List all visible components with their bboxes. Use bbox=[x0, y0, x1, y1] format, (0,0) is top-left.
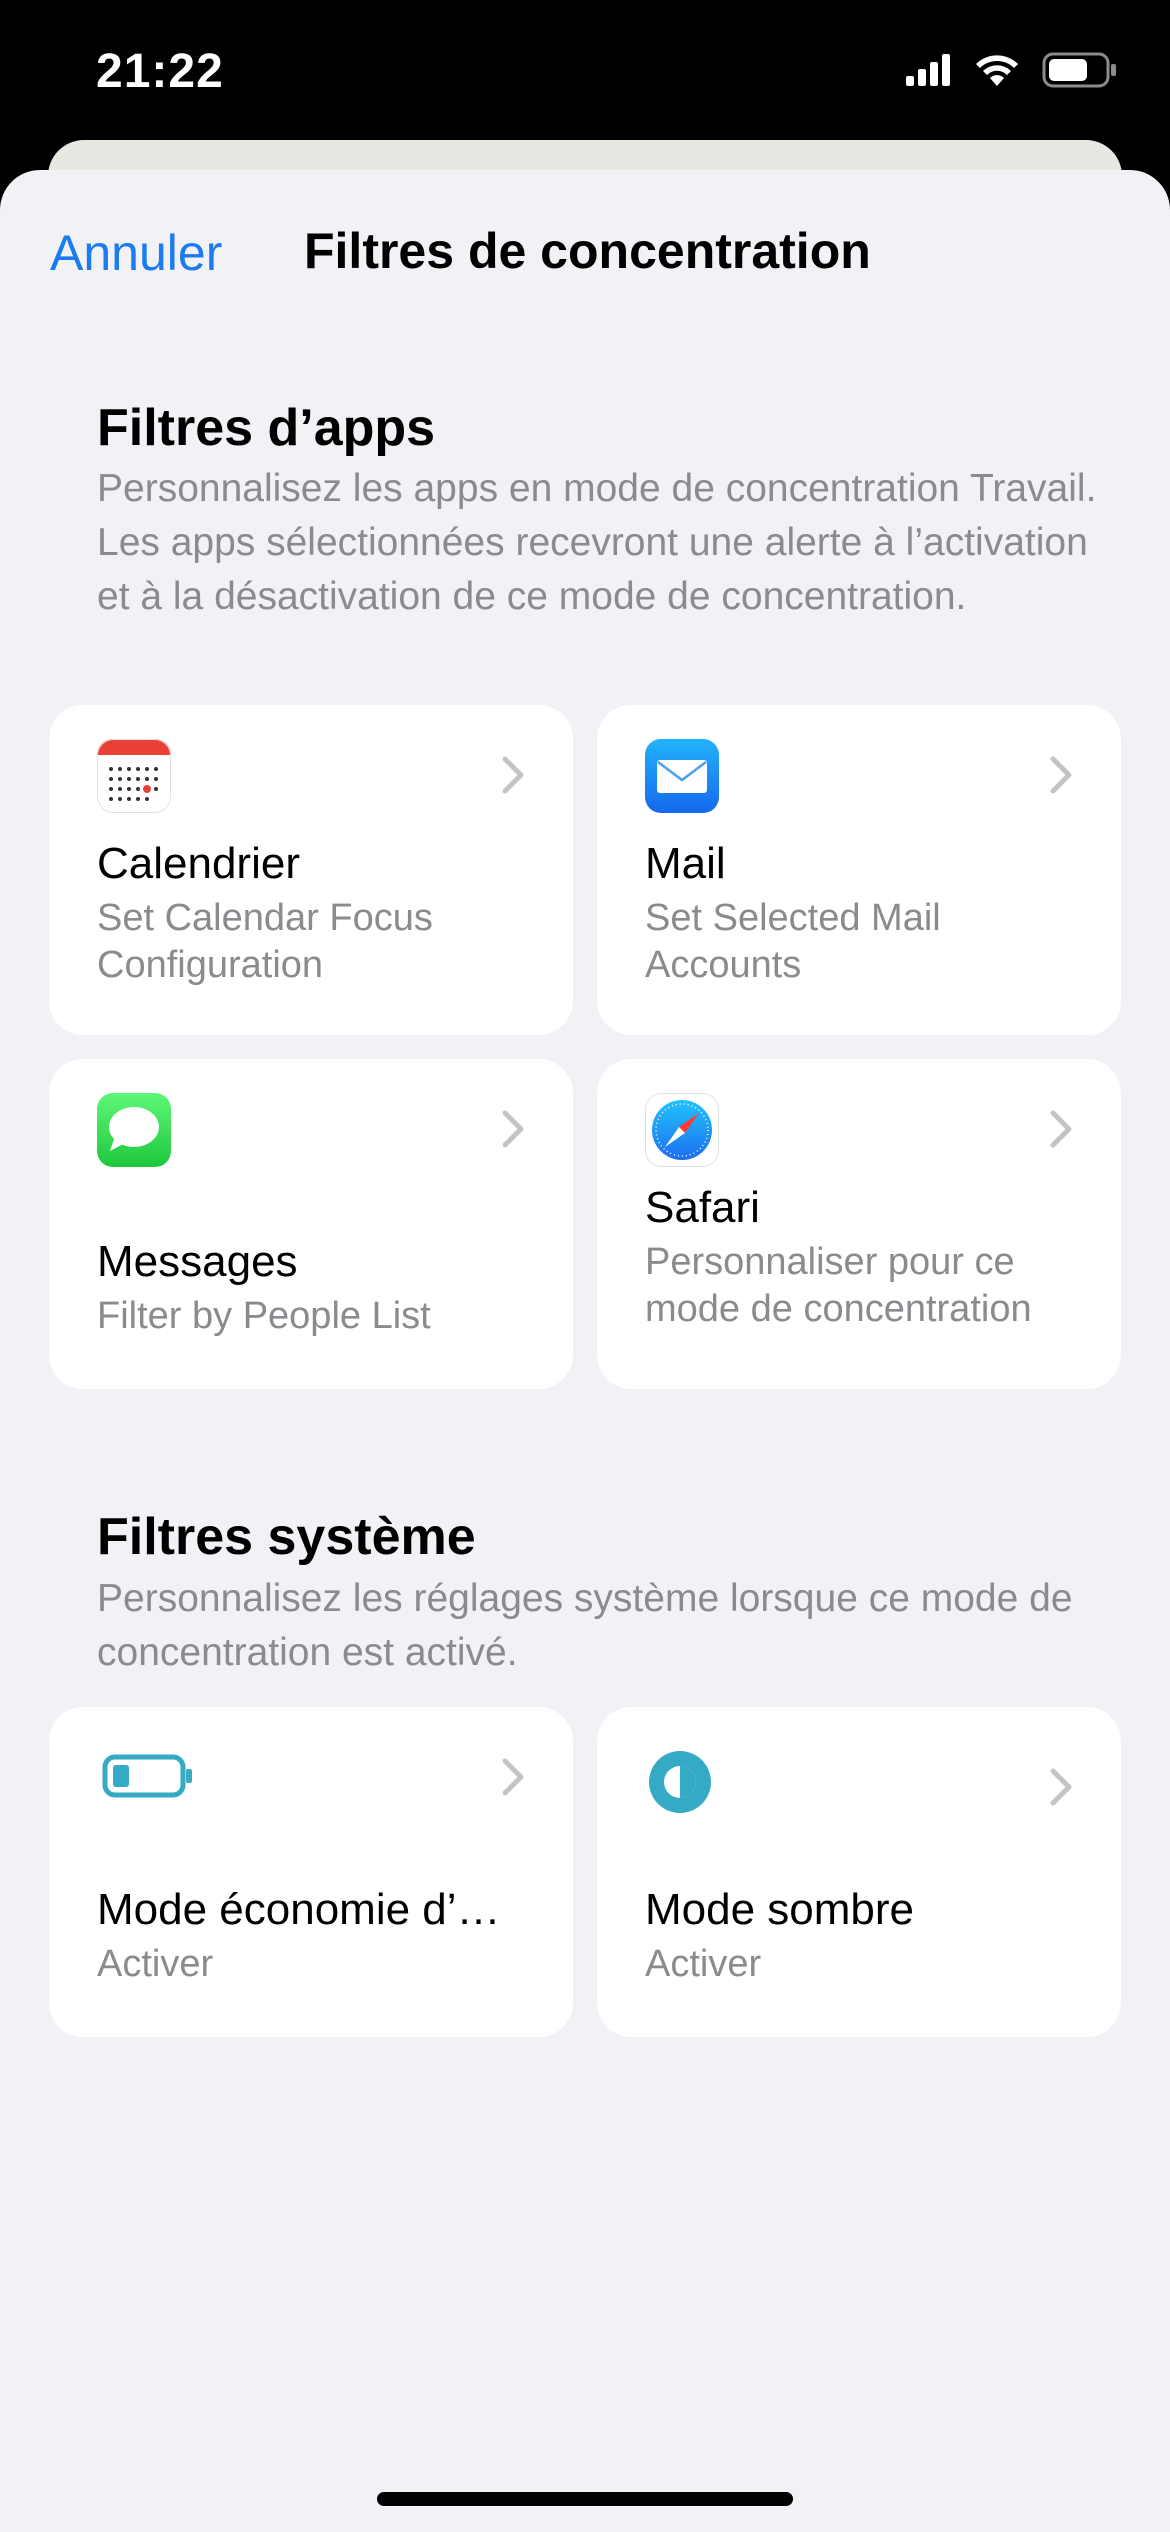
page-title: Filtres de concentration bbox=[304, 223, 871, 279]
chevron-right-icon bbox=[502, 756, 524, 794]
card-subtitle: Filter by People List bbox=[97, 1295, 431, 1337]
calendar-filter-card[interactable]: Calendrier Set Calendar Focus Configurat… bbox=[49, 705, 573, 1035]
system-filters-description: Personnalisez les réglages système lorsq… bbox=[97, 1577, 1073, 1674]
card-title: Messages bbox=[97, 1237, 298, 1286]
card-subtitle: Personnaliser pour ce mode de concentrat… bbox=[645, 1241, 1032, 1330]
wifi-icon bbox=[976, 55, 1018, 86]
messages-icon bbox=[97, 1093, 171, 1167]
card-subtitle: Activer bbox=[645, 1943, 762, 1985]
cancel-button[interactable]: Annuler bbox=[50, 224, 222, 282]
card-title: Mode économie d’… bbox=[97, 1885, 501, 1934]
card-title: Mode sombre bbox=[645, 1885, 915, 1934]
low-power-battery-icon bbox=[102, 1754, 192, 1798]
app-filters-title: Filtres d’apps bbox=[97, 399, 436, 457]
chevron-right-icon bbox=[1050, 1110, 1072, 1148]
chevron-right-icon bbox=[502, 1110, 524, 1148]
status-bar: 21:22 bbox=[0, 0, 1170, 140]
mail-filter-card[interactable]: Mail Set Selected Mail Accounts bbox=[597, 705, 1121, 1035]
navigation-bar: Annuler Filtres de concentration bbox=[0, 170, 1170, 340]
app-filters-description: Personnalisez les apps en mode de concen… bbox=[97, 467, 1097, 618]
chevron-right-icon bbox=[1050, 756, 1072, 794]
focus-filters-sheet: Annuler Filtres de concentration Filtres… bbox=[0, 170, 1170, 2532]
dark-mode-icon bbox=[649, 1751, 711, 1813]
safari-filter-card[interactable]: Safari Personnaliser pour ce mode de con… bbox=[597, 1059, 1121, 1389]
calendar-icon bbox=[97, 739, 171, 813]
card-title: Safari bbox=[645, 1183, 760, 1232]
home-indicator[interactable] bbox=[377, 2492, 793, 2506]
battery-icon bbox=[1042, 52, 1116, 88]
system-filters-title: Filtres système bbox=[97, 1508, 476, 1566]
status-time: 21:22 bbox=[96, 45, 224, 98]
card-title: Mail bbox=[645, 839, 726, 888]
chevron-right-icon bbox=[502, 1758, 524, 1796]
card-title: Calendrier bbox=[97, 839, 300, 888]
dark-mode-card[interactable]: Mode sombre Activer bbox=[597, 1707, 1121, 2037]
mail-icon bbox=[645, 739, 719, 813]
status-icons bbox=[906, 52, 1118, 88]
low-power-mode-card[interactable]: Mode économie d’… Activer bbox=[49, 1707, 573, 2037]
safari-icon bbox=[645, 1093, 719, 1167]
messages-filter-card[interactable]: Messages Filter by People List bbox=[49, 1059, 573, 1389]
cellular-signal-icon bbox=[906, 54, 950, 86]
chevron-right-icon bbox=[1050, 1768, 1072, 1806]
card-subtitle: Activer bbox=[97, 1943, 214, 1985]
card-subtitle: Set Selected Mail Accounts bbox=[645, 897, 941, 986]
card-subtitle: Set Calendar Focus Configuration bbox=[97, 897, 433, 986]
